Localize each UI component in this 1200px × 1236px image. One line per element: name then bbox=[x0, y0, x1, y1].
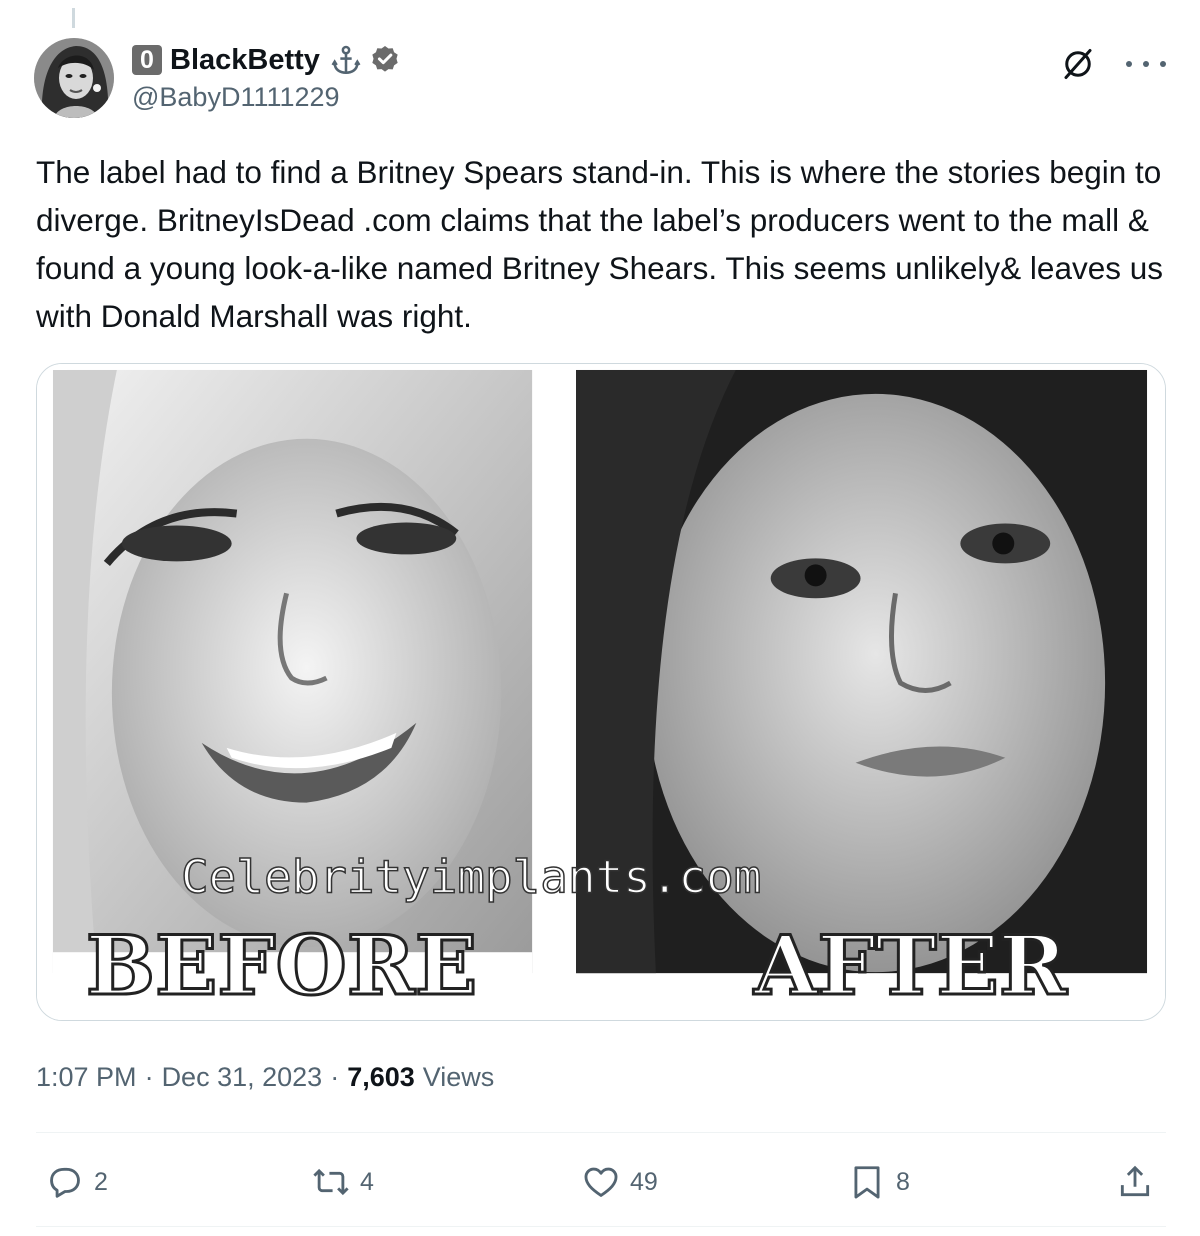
zero-badge: 0 bbox=[132, 45, 162, 75]
bookmark-count: 8 bbox=[896, 1167, 910, 1196]
tweet-header: 0 BlackBetty @BabyD1111229 bbox=[34, 38, 1166, 122]
meta-separator: · bbox=[144, 1061, 154, 1092]
more-dot bbox=[1126, 61, 1132, 67]
reply-icon bbox=[50, 1167, 80, 1198]
display-name[interactable]: BlackBetty bbox=[170, 44, 320, 77]
name-row: 0 BlackBetty bbox=[132, 40, 402, 80]
more-dot bbox=[1160, 61, 1166, 67]
share-button[interactable] bbox=[1116, 1152, 1154, 1212]
before-label: BEFORE bbox=[86, 918, 477, 1014]
bookmark-button[interactable]: 8 bbox=[848, 1152, 910, 1212]
tweet-meta: 1:07 PM · Dec 31, 2023 · 7,603 Views bbox=[36, 1058, 494, 1096]
tweet-text: The label had to find a Britney Spears s… bbox=[36, 154, 1172, 334]
bookmark-icon bbox=[854, 1166, 880, 1199]
share-icon bbox=[1120, 1165, 1150, 1197]
repost-button[interactable]: 4 bbox=[312, 1152, 374, 1212]
after-label: AFTER bbox=[753, 918, 1068, 1014]
verified-icon[interactable] bbox=[368, 43, 402, 77]
like-count: 49 bbox=[630, 1167, 658, 1196]
meta-separator: · bbox=[330, 1061, 340, 1092]
reply-count: 2 bbox=[94, 1167, 108, 1196]
before-after-image: Celebrityimplants.com BEFORE AFTER bbox=[37, 364, 1165, 1020]
author-names: 0 BlackBetty @BabyD1111229 bbox=[132, 40, 402, 113]
tweet-date[interactable]: Dec 31, 2023 bbox=[162, 1062, 323, 1093]
views-label: Views bbox=[422, 1061, 495, 1092]
more-dot bbox=[1143, 61, 1149, 67]
like-button[interactable]: 49 bbox=[582, 1152, 658, 1212]
divider-top bbox=[36, 1132, 1166, 1133]
thread-line bbox=[72, 8, 75, 28]
avatar-image bbox=[34, 38, 114, 118]
anchor-icon bbox=[328, 42, 364, 78]
tweet-time[interactable]: 1:07 PM bbox=[36, 1062, 137, 1093]
views-count: 7,603 bbox=[347, 1061, 415, 1092]
action-bar: 2 4 49 8 bbox=[36, 1152, 1166, 1212]
avatar[interactable] bbox=[34, 38, 114, 118]
like-icon bbox=[584, 1167, 618, 1197]
tweet-media[interactable]: Celebrityimplants.com BEFORE AFTER bbox=[36, 363, 1166, 1021]
handle[interactable]: @BabyD1111229 bbox=[132, 82, 402, 113]
divider-bottom bbox=[36, 1226, 1166, 1227]
more-icon[interactable] bbox=[1126, 52, 1166, 76]
repost-count: 4 bbox=[360, 1167, 374, 1196]
grok-icon[interactable] bbox=[1060, 46, 1096, 82]
repost-icon bbox=[313, 1168, 349, 1196]
watermark-text: Celebrityimplants.com bbox=[181, 849, 761, 903]
reply-button[interactable]: 2 bbox=[46, 1152, 108, 1212]
